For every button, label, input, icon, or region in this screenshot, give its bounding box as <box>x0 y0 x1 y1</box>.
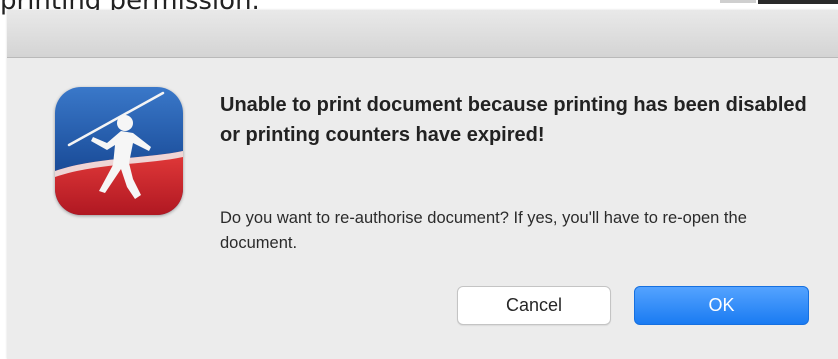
cancel-button[interactable]: Cancel <box>457 286 611 325</box>
alert-dialog: Unable to print document because printin… <box>7 10 838 359</box>
screen: printing permission. Unable to print doc… <box>0 0 838 359</box>
background-window-edge <box>758 0 838 4</box>
dialog-titlebar <box>7 10 838 58</box>
javelin-thrower-app-icon <box>55 87 183 215</box>
background-window-fragment <box>720 0 756 3</box>
ok-button[interactable]: OK <box>634 286 809 325</box>
alert-headline: Unable to print document because printin… <box>220 94 807 146</box>
alert-message: Do you want to re-authorise document? If… <box>220 209 747 252</box>
